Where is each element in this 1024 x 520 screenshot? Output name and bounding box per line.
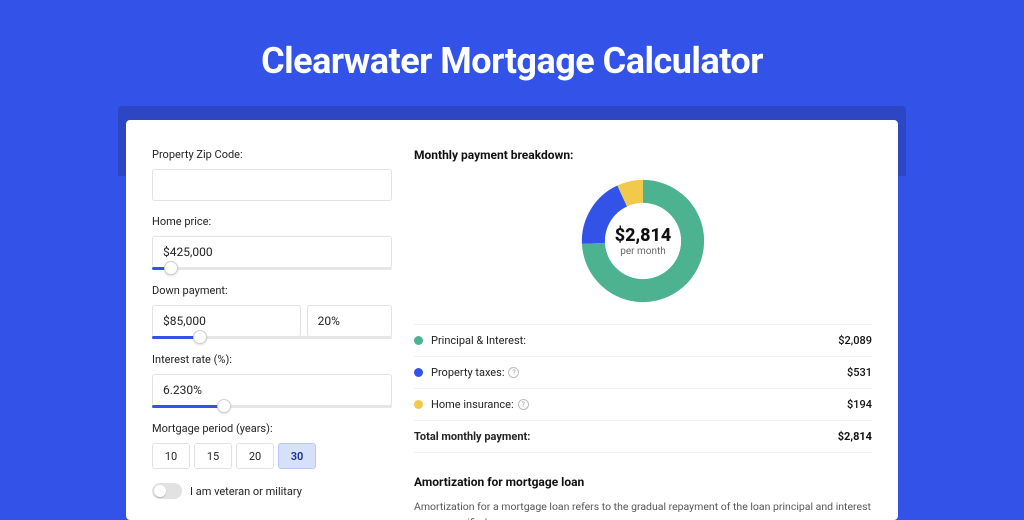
legend-dot [414,336,423,345]
interest-input[interactable] [152,374,392,406]
home-price-input[interactable] [152,236,392,268]
info-icon[interactable]: ? [518,399,529,410]
period-btn-10[interactable]: 10 [152,443,190,469]
veteran-row: I am veteran or military [152,483,392,499]
period-btn-20[interactable]: 20 [236,443,274,469]
breakdown-column: Monthly payment breakdown: $2,814 per mo… [414,148,872,520]
legend-row: Property taxes:?$531 [414,357,872,389]
legend-label: Principal & Interest: [431,334,838,347]
zip-input[interactable] [152,169,392,201]
interest-slider[interactable] [152,405,392,408]
breakdown-title: Monthly payment breakdown: [414,148,872,162]
home-price-field: Home price: [152,215,392,270]
form-column: Property Zip Code: Home price: Down paym… [152,148,392,520]
period-btn-15[interactable]: 15 [194,443,232,469]
down-payment-field: Down payment: [152,284,392,339]
slider-thumb[interactable] [164,261,178,275]
amortization-section: Amortization for mortgage loan Amortizat… [414,475,872,520]
toggle-knob [154,485,166,497]
legend-label: Property taxes:? [431,366,847,379]
period-field: Mortgage period (years): 10152030 [152,422,392,469]
legend-row: Principal & Interest:$2,089 [414,325,872,357]
legend-value: $2,089 [838,334,872,347]
legend-row: Home insurance:?$194 [414,389,872,421]
calculator-card: Property Zip Code: Home price: Down paym… [126,120,898,520]
interest-field: Interest rate (%): [152,353,392,408]
legend-dot [414,368,423,377]
donut-center-value: $2,814 [615,225,672,246]
info-icon[interactable]: ? [508,367,519,378]
veteran-label: I am veteran or military [190,485,302,498]
hero: Clearwater Mortgage Calculator Property … [0,0,1024,520]
period-row: 10152030 [152,443,392,469]
page-title: Clearwater Mortgage Calculator [0,40,1024,82]
slider-thumb[interactable] [217,399,231,413]
down-payment-label: Down payment: [152,284,392,297]
period-btn-30[interactable]: 30 [278,443,316,469]
legend-label: Home insurance:? [431,398,847,411]
amortization-title: Amortization for mortgage loan [414,475,872,489]
legend-total-value: $2,814 [838,430,872,443]
legend-value: $194 [847,398,872,411]
donut-chart: $2,814 per month [414,176,872,306]
period-label: Mortgage period (years): [152,422,392,435]
legend-total-label: Total monthly payment: [414,430,838,443]
interest-label: Interest rate (%): [152,353,392,366]
veteran-toggle[interactable] [152,483,182,499]
legend-dot [414,400,423,409]
down-payment-input[interactable] [152,305,301,337]
legend: Principal & Interest:$2,089Property taxe… [414,324,872,453]
amortization-text: Amortization for a mortgage loan refers … [414,499,872,520]
legend-total-row: Total monthly payment:$2,814 [414,421,872,453]
donut-center-sub: per month [615,246,672,257]
slider-thumb[interactable] [193,330,207,344]
legend-value: $531 [847,366,872,379]
zip-field: Property Zip Code: [152,148,392,201]
home-price-slider[interactable] [152,267,392,270]
zip-label: Property Zip Code: [152,148,392,161]
down-payment-slider[interactable] [152,336,392,339]
donut-center: $2,814 per month [615,225,672,257]
down-payment-pct-input[interactable] [307,305,392,337]
home-price-label: Home price: [152,215,392,228]
